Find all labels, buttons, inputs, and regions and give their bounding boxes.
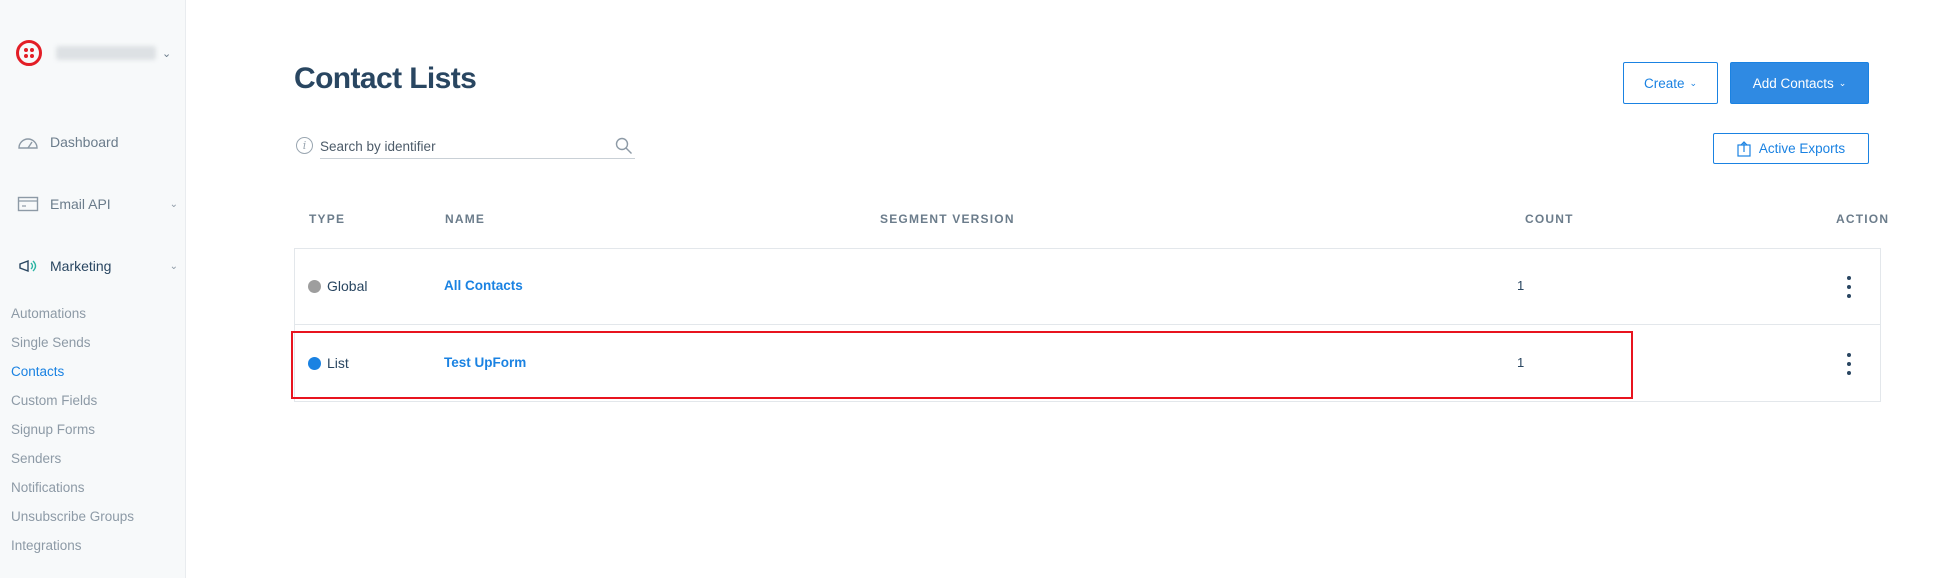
search-bar: i (296, 134, 635, 159)
active-exports-button-label: Active Exports (1758, 141, 1846, 156)
count-cell: 1 (1517, 278, 1525, 293)
list-name-link[interactable]: All Contacts (444, 278, 523, 293)
column-header-segment-version: SEGMENT VERSION (880, 212, 1015, 226)
column-header-count: COUNT (1525, 212, 1574, 226)
account-switcher[interactable]: ⌄ (16, 38, 176, 68)
sidebar-item-senders[interactable]: Senders (11, 451, 61, 466)
chevron-down-icon: ⌄ (1838, 77, 1847, 88)
chevron-down-icon: ⌄ (169, 198, 178, 210)
sidebar-item-unsubscribe-groups[interactable]: Unsubscribe Groups (11, 509, 134, 524)
more-actions-icon[interactable] (1841, 273, 1857, 301)
sidebar-item-single-sends[interactable]: Single Sends (11, 335, 91, 350)
sidebar-item-integrations[interactable]: Integrations (11, 538, 82, 553)
table-row: Global All Contacts 1 (295, 249, 1880, 325)
sidebar-item-label: Marketing (50, 258, 112, 274)
sidebar-item-label: Dashboard (50, 134, 119, 150)
type-cell: Global (327, 278, 368, 294)
sidebar: ⌄ Dashboard Email API ⌄ Marketing ⌄ Auto… (0, 0, 186, 578)
active-exports-button[interactable]: Active Exports (1713, 133, 1869, 164)
chevron-down-icon: ⌄ (1689, 77, 1698, 88)
page-title: Contact Lists (294, 62, 477, 95)
sidebar-item-email-api[interactable]: Email API ⌄ (16, 192, 178, 216)
sidebar-item-notifications[interactable]: Notifications (11, 480, 85, 495)
search-icon[interactable] (615, 137, 633, 155)
export-icon (1737, 140, 1751, 157)
chevron-down-icon[interactable]: ⌄ (162, 47, 171, 60)
list-name-link[interactable]: Test UpForm (444, 355, 526, 370)
sidebar-item-custom-fields[interactable]: Custom Fields (11, 393, 97, 408)
add-contacts-button[interactable]: Add Contacts ⌄ (1730, 62, 1869, 104)
sidebar-item-label: Email API (50, 196, 111, 212)
type-cell: List (327, 355, 349, 371)
sidebar-item-contacts[interactable]: Contacts (11, 364, 64, 379)
add-contacts-button-label: Add Contacts (1752, 75, 1834, 91)
create-button-label: Create (1643, 75, 1685, 91)
more-actions-icon[interactable] (1841, 350, 1857, 378)
sidebar-item-dashboard[interactable]: Dashboard (16, 130, 178, 154)
column-header-type: TYPE (309, 212, 346, 226)
count-cell: 1 (1517, 355, 1525, 370)
table-row: List Test UpForm 1 (295, 326, 1880, 402)
column-header-action: ACTION (1836, 212, 1890, 226)
email-api-icon (16, 195, 40, 213)
twilio-logo-icon (16, 40, 42, 66)
contact-lists-table: Global All Contacts 1 List Test UpForm 1 (294, 248, 1881, 402)
column-header-name: NAME (445, 212, 486, 226)
sidebar-item-marketing[interactable]: Marketing ⌄ (16, 254, 178, 278)
create-button[interactable]: Create ⌄ (1623, 62, 1718, 104)
chevron-down-icon: ⌄ (169, 260, 178, 272)
gauge-icon (16, 133, 40, 151)
sidebar-item-signup-forms[interactable]: Signup Forms (11, 422, 95, 437)
type-indicator-dot (308, 357, 321, 370)
search-input[interactable] (320, 134, 635, 159)
sidebar-item-automations[interactable]: Automations (11, 306, 86, 321)
account-name-redacted (56, 46, 156, 60)
megaphone-icon (16, 257, 40, 275)
type-indicator-dot (308, 280, 321, 293)
info-icon[interactable]: i (296, 137, 313, 154)
